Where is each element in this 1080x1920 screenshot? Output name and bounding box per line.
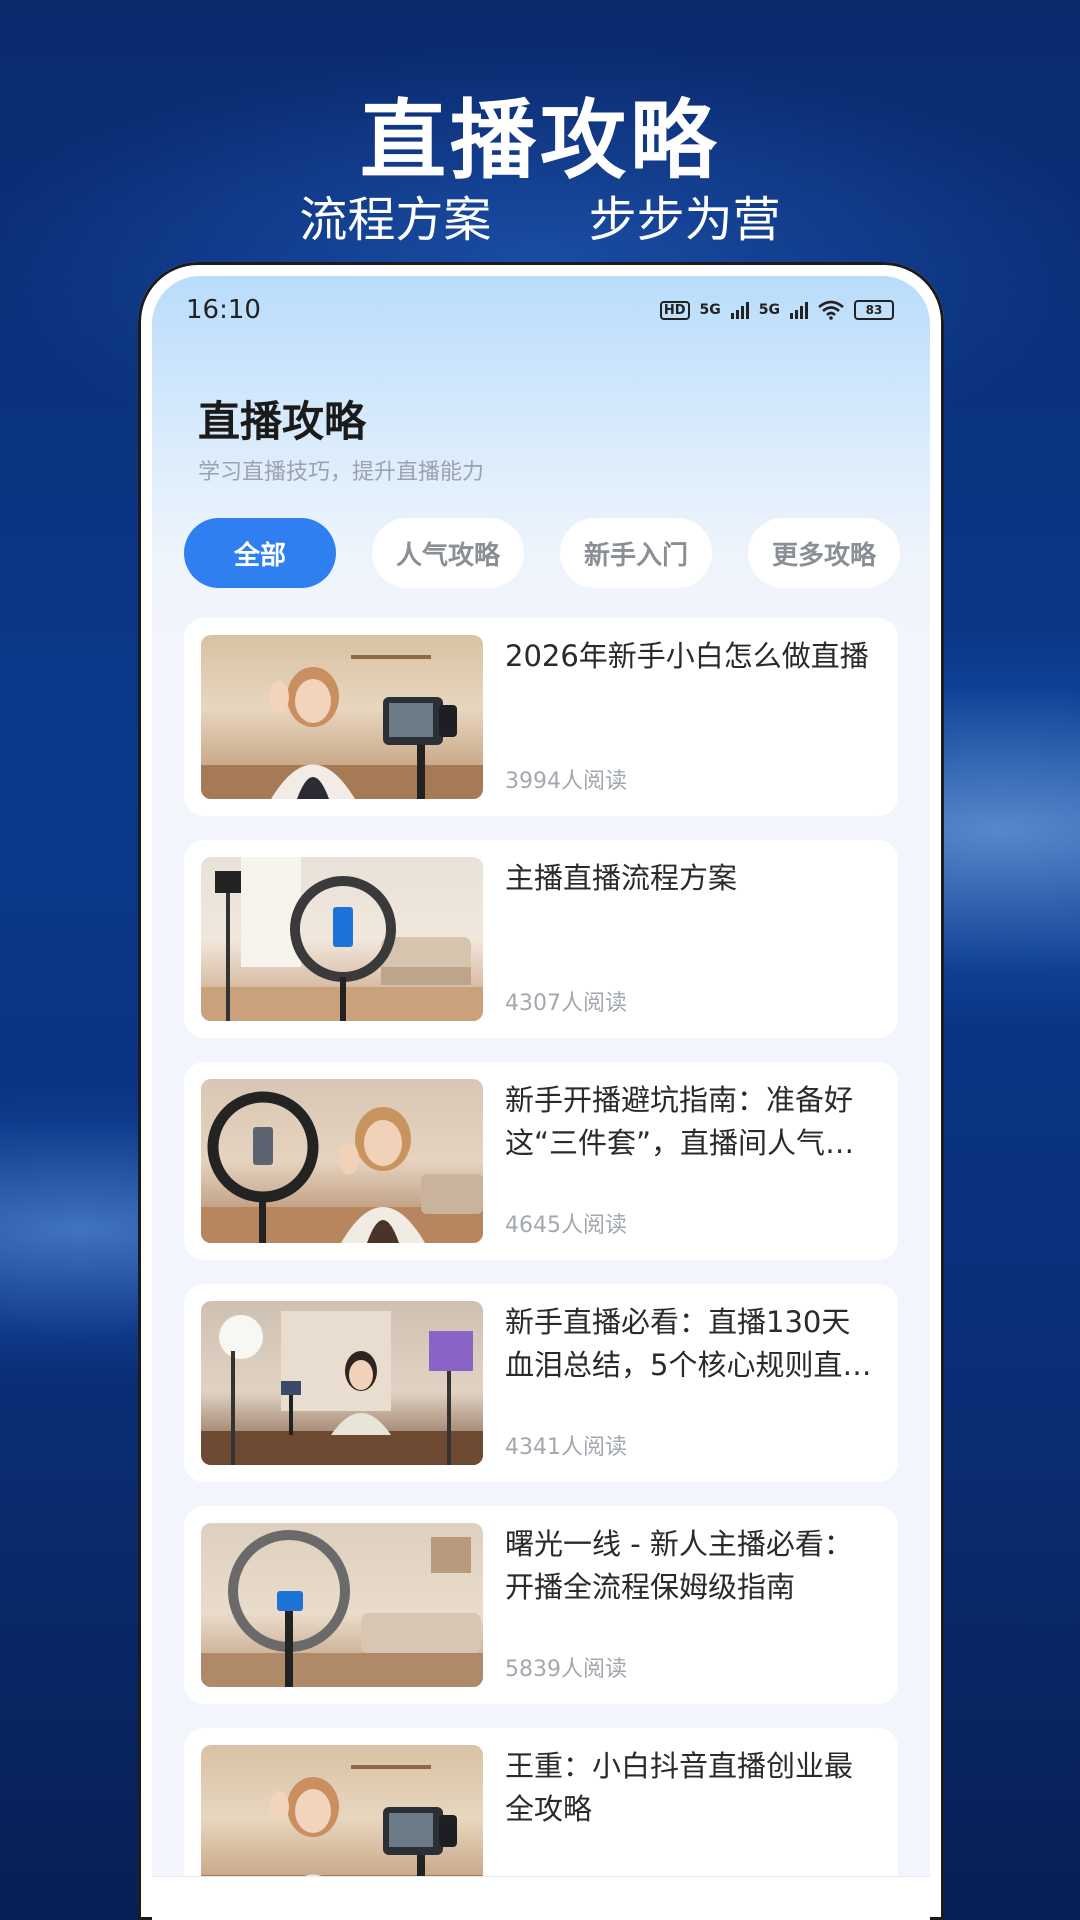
article-thumbnail	[201, 635, 483, 799]
signal-bars-icon	[730, 301, 749, 319]
promo-title: 直播攻略	[360, 91, 720, 191]
tab-popular[interactable]: 人气攻略	[372, 518, 524, 588]
status-time: 16:10	[186, 295, 261, 325]
signal-bars-icon-2	[790, 301, 808, 319]
battery-icon: 83	[854, 300, 894, 320]
article-reads: 5839人阅读	[505, 1657, 627, 1682]
app-screen: 16:10 HD 5G 5G 83 直播攻略 学习直播技巧，提升直播能力 全部 …	[152, 276, 930, 1920]
promo-subtitle-left: 流程方案	[299, 192, 492, 248]
article-reads: 4645人阅读	[505, 1213, 627, 1238]
article-card[interactable]: 主播直播流程方案 4307人阅读	[184, 840, 898, 1038]
thumbnail-scene	[201, 1311, 483, 1465]
signal-5g-icon-2: 5G	[758, 302, 780, 318]
tab-all[interactable]: 全部	[184, 518, 336, 588]
thumbnail-scene	[201, 1530, 483, 1687]
status-icons: HD 5G 5G 83	[659, 300, 894, 320]
article-reads: 3994人阅读	[505, 769, 627, 794]
article-title: 王重：小白抖音直播创业最全攻略	[505, 1749, 854, 1826]
status-bar: 16:10 HD 5G 5G 83	[152, 276, 930, 344]
phone-frame: 16:10 HD 5G 5G 83 直播攻略 学习直播技巧，提升直播能力 全部 …	[138, 262, 944, 1920]
hd-icon: HD	[659, 300, 690, 320]
category-tabs: 全部 人气攻略 新手入门 更多攻略	[184, 518, 900, 588]
article-thumbnail	[201, 1079, 483, 1243]
article-thumbnail	[201, 1301, 483, 1465]
article-reads: 4341人阅读	[505, 1435, 627, 1460]
page-subtitle: 学习直播技巧，提升直播能力	[198, 460, 485, 485]
article-reads: 4307人阅读	[505, 991, 627, 1016]
promo-subtitle-right: 步步为营	[588, 192, 781, 248]
page-title: 直播攻略	[198, 397, 367, 446]
article-title: 2026年新手小白怎么做直播	[505, 639, 869, 673]
article-thumbnail	[201, 1523, 483, 1687]
wifi-icon	[818, 300, 844, 320]
article-title: 主播直播流程方案	[505, 861, 738, 895]
article-title: 新手开播避坑指南：准备好这“三件套”，直播间人气暴涨	[505, 1083, 855, 1160]
thumbnail-scene	[201, 1091, 483, 1243]
article-title: 曙光一线 - 新人主播必看：开播全流程保姆级指南	[505, 1527, 853, 1604]
promo-subtitle: 流程方案 步步为营	[0, 180, 1080, 250]
tab-more[interactable]: 更多攻略	[748, 518, 900, 588]
bottom-navigation	[152, 1876, 930, 1920]
signal-5g-icon: 5G	[699, 302, 721, 318]
thumbnail-scene	[201, 655, 483, 799]
article-title: 新手直播必看：直播130天血泪总结，5个核心规则直接用	[505, 1305, 872, 1382]
article-card[interactable]: 新手直播必看：直播130天血泪总结，5个核心规则直接用 4341人阅读	[184, 1284, 898, 1482]
article-thumbnail	[201, 857, 483, 1021]
article-card[interactable]: 2026年新手小白怎么做直播 3994人阅读	[184, 618, 898, 816]
thumbnail-scene	[201, 857, 483, 1021]
article-card[interactable]: 曙光一线 - 新人主播必看：开播全流程保姆级指南 5839人阅读	[184, 1506, 898, 1704]
tab-beginner[interactable]: 新手入门	[560, 518, 712, 588]
article-card[interactable]: 新手开播避坑指南：准备好这“三件套”，直播间人气暴涨 4645人阅读	[184, 1062, 898, 1260]
article-list: 2026年新手小白怎么做直播 3994人阅读 主播直播流程方案 4307人阅读 …	[184, 618, 898, 1920]
